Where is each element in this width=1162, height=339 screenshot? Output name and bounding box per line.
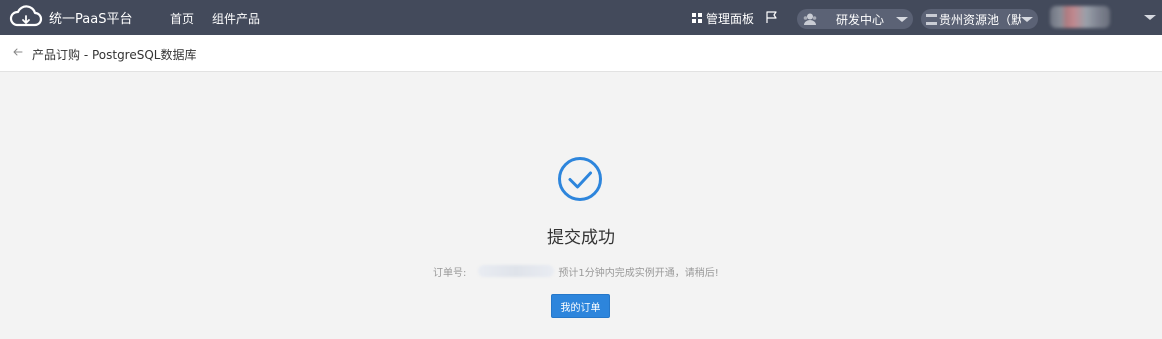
- arrow-left-icon[interactable]: [13, 48, 23, 56]
- nav-home[interactable]: 首页: [170, 10, 194, 27]
- top-navbar: 统一PaaS平台 首页 组件产品 管理面板 研发中心 贵州资源池（默…: [0, 0, 1162, 35]
- dashboard-label: 管理面板: [706, 11, 755, 26]
- chevron-down-icon: [1021, 17, 1033, 22]
- grid-icon: [692, 13, 702, 23]
- user-group-icon: [803, 13, 817, 25]
- success-title: 提交成功: [547, 228, 615, 248]
- user-avatar[interactable]: [1050, 6, 1110, 28]
- provisioning-message: 预计1分钟内完成实例开通，请稍后!: [558, 267, 719, 279]
- app-title[interactable]: 统一PaaS平台: [49, 8, 132, 27]
- resource-pool-selector[interactable]: 贵州资源池（默…: [921, 9, 1038, 29]
- page-title: 产品订购 - PostgreSQL数据库: [32, 48, 197, 62]
- check-circle-icon: [558, 157, 602, 201]
- order-number-label: 订单号:: [433, 267, 467, 279]
- department-label: 研发中心: [836, 12, 885, 27]
- dashboard-link[interactable]: 管理面板: [692, 10, 754, 26]
- user-menu-chevron-down-icon[interactable]: [1144, 15, 1156, 20]
- department-selector[interactable]: 研发中心: [797, 9, 913, 29]
- cloud-logo-icon: [9, 5, 43, 27]
- nav-component-products[interactable]: 组件产品: [212, 10, 260, 27]
- chevron-down-icon: [896, 17, 908, 22]
- order-info: 订单号: 预计1分钟内完成实例开通，请稍后!: [433, 263, 719, 279]
- breadcrumb-bar: 产品订购 - PostgreSQL数据库: [0, 35, 1162, 72]
- my-orders-button[interactable]: 我的订单: [551, 294, 610, 318]
- resource-pool-label: 贵州资源池（默…: [939, 12, 1021, 27]
- flag-icon[interactable]: [765, 10, 779, 24]
- server-icon: [926, 13, 937, 25]
- order-number-value: [478, 265, 555, 277]
